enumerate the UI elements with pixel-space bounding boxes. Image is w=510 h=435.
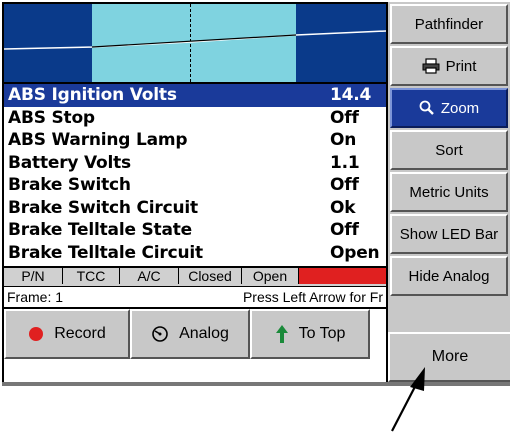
bottom-toolbar: Record Analog To Top — [4, 307, 386, 359]
metric-units-label: Metric Units — [409, 183, 489, 201]
parameter-value: Open — [330, 242, 380, 263]
zoom-label: Zoom — [440, 99, 480, 117]
status-indicator — [299, 268, 386, 284]
parameter-name: ABS Stop — [8, 107, 95, 128]
parameter-value: Off — [330, 220, 359, 241]
record-label: Record — [54, 325, 106, 342]
parameter-list[interactable]: ABS Ignition Volts 14.4 ABS Stop Off ABS… — [4, 84, 386, 264]
parameter-name: Brake Switch Circuit — [8, 197, 198, 218]
parameter-row[interactable]: ABS Stop Off — [4, 107, 386, 130]
parameter-row[interactable]: Brake Telltale State Off — [4, 219, 386, 242]
parameter-name: Battery Volts — [8, 152, 131, 173]
arrow-up-icon — [275, 324, 289, 344]
parameter-value: 14.4 — [330, 85, 372, 106]
sort-label: Sort — [435, 141, 463, 159]
analog-label: Analog — [179, 325, 229, 342]
frame-hint: Press Left Arrow for Fr — [242, 289, 383, 305]
parameter-row[interactable]: ABS Warning Lamp On — [4, 129, 386, 152]
printer-icon — [422, 58, 440, 74]
frame-info-bar: Frame: 1 Press Left Arrow for Fr — [4, 286, 386, 307]
status-cell-pn: P/N — [4, 268, 63, 284]
parameter-row[interactable]: Brake Telltale Circuit Open — [4, 242, 386, 265]
parameter-row[interactable]: ABS Ignition Volts 14.4 — [4, 84, 386, 107]
print-label: Print — [445, 57, 477, 75]
parameter-value: 1.1 — [330, 152, 360, 173]
metric-units-button[interactable]: Metric Units — [390, 172, 508, 212]
status-cell-tcc: TCC — [63, 268, 120, 284]
status-cell-ac: A/C — [120, 268, 179, 284]
to-top-button[interactable]: To Top — [250, 309, 370, 359]
status-cell-open: Open — [242, 268, 299, 284]
analog-button[interactable]: Analog — [130, 309, 250, 359]
parameter-value: Off — [330, 107, 359, 128]
status-cell-closed: Closed — [179, 268, 242, 284]
gauge-icon — [151, 325, 169, 343]
sort-button[interactable]: Sort — [390, 130, 508, 170]
zoom-button[interactable]: Zoom — [390, 88, 508, 128]
parameter-row[interactable]: Battery Volts 1.1 — [4, 152, 386, 175]
hide-analog-button[interactable]: Hide Analog — [390, 256, 508, 296]
scan-tool-screen: ABS Ignition Volts 14.4 ABS Stop Off ABS… — [2, 2, 510, 386]
magnifier-icon — [419, 100, 435, 116]
parameter-value: On — [330, 130, 357, 151]
data-panel: ABS Ignition Volts 14.4 ABS Stop Off ABS… — [2, 2, 388, 384]
show-led-bar-label: Show LED Bar — [399, 225, 499, 243]
parameter-value: Off — [330, 175, 359, 196]
hide-analog-label: Hide Analog — [408, 267, 490, 285]
pathfinder-button[interactable]: Pathfinder — [390, 4, 508, 44]
record-button[interactable]: Record — [4, 309, 130, 359]
callout-arrow-icon — [391, 367, 425, 432]
graph-trace — [4, 30, 386, 50]
show-led-bar-button[interactable]: Show LED Bar — [390, 214, 508, 254]
parameter-value: Ok — [330, 197, 356, 218]
parameter-row[interactable]: Brake Switch Off — [4, 174, 386, 197]
parameter-name: Brake Telltale Circuit — [8, 242, 203, 263]
more-label: More — [431, 348, 469, 365]
parameter-row[interactable]: Brake Switch Circuit Ok — [4, 197, 386, 220]
side-toolbar: Pathfinder Print Zoom Sort Metric Units … — [388, 2, 510, 298]
parameter-name: ABS Warning Lamp — [8, 130, 188, 151]
parameter-name: ABS Ignition Volts — [8, 85, 177, 106]
data-graph[interactable] — [4, 4, 386, 84]
pathfinder-label: Pathfinder — [414, 15, 484, 33]
parameter-name: Brake Telltale State — [8, 220, 193, 241]
record-icon — [28, 326, 44, 342]
frame-number: Frame: 1 — [7, 289, 64, 305]
to-top-label: To Top — [298, 325, 346, 342]
print-button[interactable]: Print — [390, 46, 508, 86]
parameter-name: Brake Switch — [8, 175, 131, 196]
status-bar: P/N TCC A/C Closed Open — [4, 266, 386, 286]
